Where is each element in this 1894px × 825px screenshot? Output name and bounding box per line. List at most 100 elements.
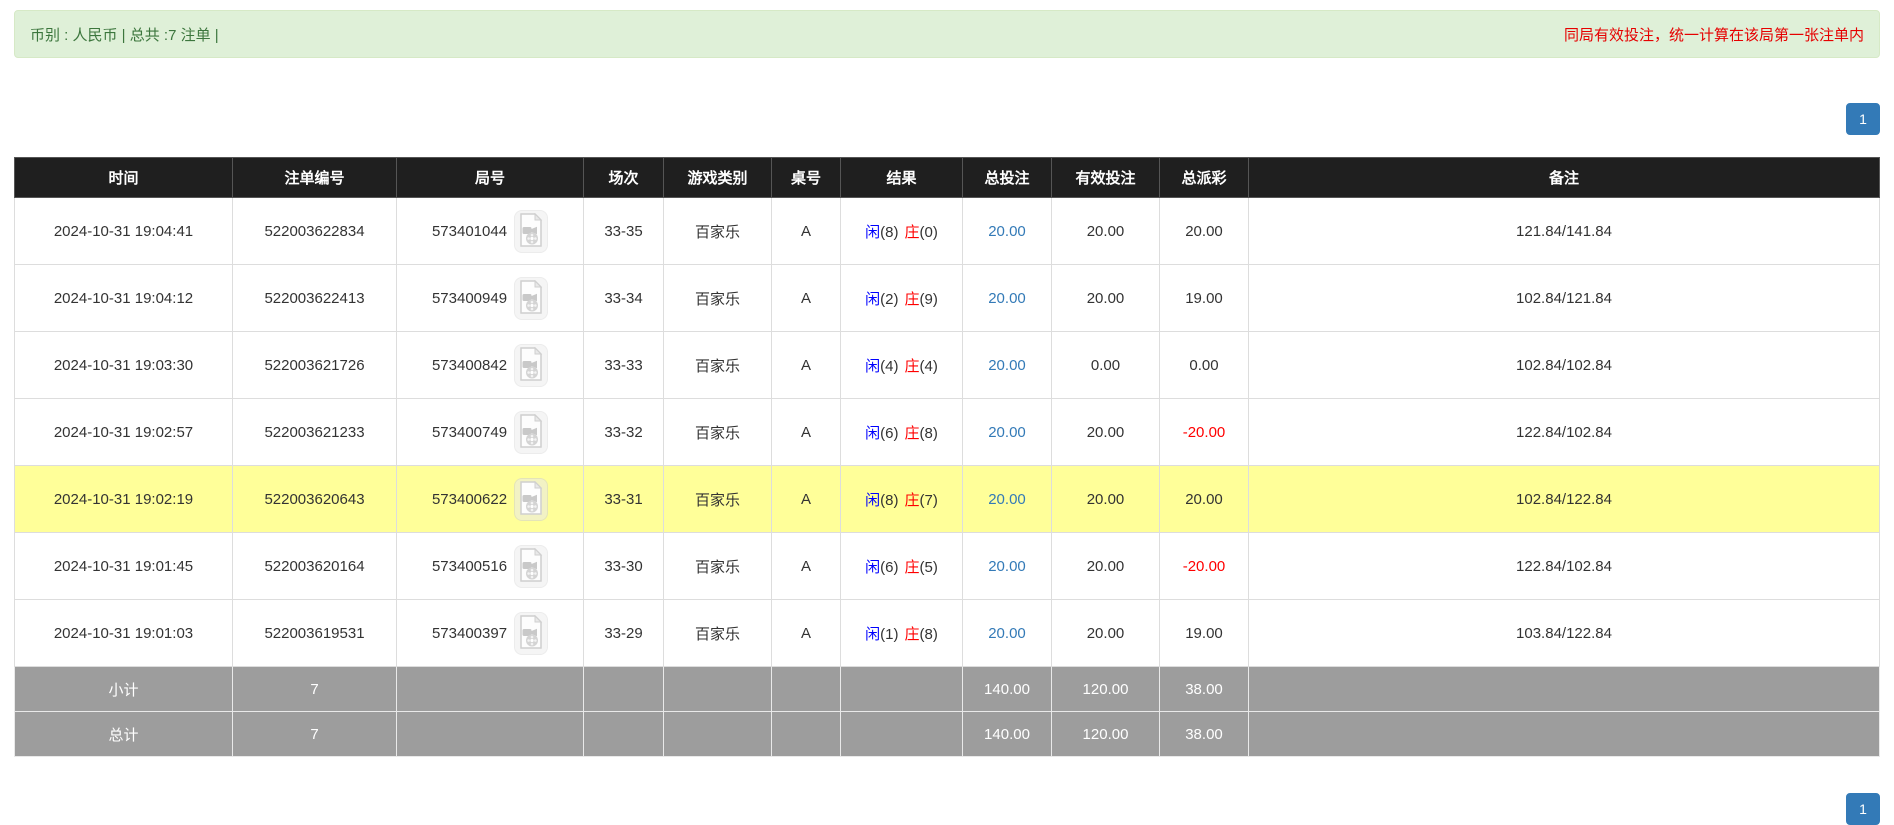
banker-result-score: (5): [920, 559, 938, 576]
table-row: 2024-10-31 19:02:19 522003620643 5734006…: [15, 466, 1880, 533]
banker-result-label: 庄: [905, 291, 920, 308]
total-bet-link[interactable]: 20.00: [988, 491, 1026, 508]
payout-value: 19.00: [1185, 290, 1223, 307]
session-cell: 33-35: [584, 198, 664, 265]
header-session: 场次: [584, 158, 664, 198]
pagination-bottom: 1: [14, 793, 1880, 825]
payout-cell: 20.00: [1160, 466, 1249, 533]
table-row: 2024-10-31 19:02:57 522003621233 5734007…: [15, 399, 1880, 466]
round-cell: 573400516: [397, 533, 584, 600]
empty-cell: [1249, 667, 1880, 712]
total-bet-link[interactable]: 20.00: [988, 424, 1026, 441]
round-cell: 573400749: [397, 399, 584, 466]
bet-id-cell: 522003622834: [233, 198, 397, 265]
empty-cell: [664, 667, 772, 712]
empty-cell: [664, 712, 772, 757]
player-result-label: 闲: [865, 559, 880, 576]
empty-cell: [841, 667, 963, 712]
video-replay-button[interactable]: [514, 344, 548, 387]
remark-cell: 102.84/121.84: [1249, 265, 1880, 332]
game-type-cell: 百家乐: [664, 600, 772, 667]
total-bet-link[interactable]: 20.00: [988, 558, 1026, 575]
pagination-top: 1: [14, 103, 1880, 135]
banker-result-score: (4): [920, 358, 938, 375]
remark-cell: 102.84/122.84: [1249, 466, 1880, 533]
player-result-label: 闲: [865, 626, 880, 643]
video-replay-button[interactable]: [514, 545, 548, 588]
time-cell: 2024-10-31 19:01:45: [15, 533, 233, 600]
header-valid-bet: 有效投注: [1052, 158, 1160, 198]
payout-value: 19.00: [1185, 625, 1223, 642]
total-bet-cell: 20.00: [963, 332, 1052, 399]
table-no-cell: A: [772, 332, 841, 399]
player-result-score: (1): [880, 626, 898, 643]
time-cell: 2024-10-31 19:01:03: [15, 600, 233, 667]
empty-cell: [772, 667, 841, 712]
video-file-icon: [518, 548, 544, 585]
payout-cell: 20.00: [1160, 198, 1249, 265]
round-cell: 573400949: [397, 265, 584, 332]
valid-bet-cell: 20.00: [1052, 600, 1160, 667]
page-1-button[interactable]: 1: [1846, 103, 1880, 135]
valid-bet-cell: 20.00: [1052, 533, 1160, 600]
remark-cell: 103.84/122.84: [1249, 600, 1880, 667]
banker-result-label: 庄: [905, 358, 920, 375]
game-type-cell: 百家乐: [664, 466, 772, 533]
time-cell: 2024-10-31 19:02:57: [15, 399, 233, 466]
payout-value: 0.00: [1189, 357, 1218, 374]
subtotal-row: 小计 7 140.00 120.00 38.00: [15, 667, 1880, 712]
banker-result-label: 庄: [905, 425, 920, 442]
header-result: 结果: [841, 158, 963, 198]
video-file-icon: [518, 213, 544, 250]
grand-total-total-bet: 140.00: [963, 712, 1052, 757]
total-bet-cell: 20.00: [963, 600, 1052, 667]
grand-total-label: 总计: [15, 712, 233, 757]
total-bet-link[interactable]: 20.00: [988, 290, 1026, 307]
game-type-cell: 百家乐: [664, 265, 772, 332]
time-cell: 2024-10-31 19:02:19: [15, 466, 233, 533]
total-bet-link[interactable]: 20.00: [988, 357, 1026, 374]
banker-result-score: (9): [920, 291, 938, 308]
header-row: 时间 注单编号 局号 场次 游戏类别 桌号 结果 总投注 有效投注 总派彩 备注: [15, 158, 1880, 198]
table-row: 2024-10-31 19:03:30 522003621726 5734008…: [15, 332, 1880, 399]
result-cell: 闲(8)庄(7): [841, 466, 963, 533]
player-result-label: 闲: [865, 492, 880, 509]
valid-bet-cell: 20.00: [1052, 399, 1160, 466]
empty-cell: [584, 712, 664, 757]
session-cell: 33-29: [584, 600, 664, 667]
video-file-icon: [518, 347, 544, 384]
valid-bet-cell: 20.00: [1052, 265, 1160, 332]
player-result-score: (4): [880, 358, 898, 375]
round-id: 573400397: [432, 625, 507, 642]
payout-cell: 0.00: [1160, 332, 1249, 399]
session-cell: 33-34: [584, 265, 664, 332]
empty-cell: [841, 712, 963, 757]
total-bet-cell: 20.00: [963, 466, 1052, 533]
table-no-cell: A: [772, 198, 841, 265]
video-replay-button[interactable]: [514, 411, 548, 454]
banker-result-label: 庄: [905, 559, 920, 576]
result-cell: 闲(6)庄(8): [841, 399, 963, 466]
player-result-label: 闲: [865, 425, 880, 442]
empty-cell: [772, 712, 841, 757]
total-bet-cell: 20.00: [963, 265, 1052, 332]
video-replay-button[interactable]: [514, 612, 548, 655]
page-1-button[interactable]: 1: [1846, 793, 1880, 825]
page: 币别 : 人民币 | 总共 :7 注单 | 同局有效投注，统一计算在该局第一张注…: [0, 0, 1894, 825]
table-header: 时间 注单编号 局号 场次 游戏类别 桌号 结果 总投注 有效投注 总派彩 备注: [15, 158, 1880, 198]
total-bet-link[interactable]: 20.00: [988, 625, 1026, 642]
banker-result-score: (8): [920, 425, 938, 442]
time-cell: 2024-10-31 19:03:30: [15, 332, 233, 399]
banker-result-score: (0): [920, 224, 938, 241]
table-row: 2024-10-31 19:01:45 522003620164 5734005…: [15, 533, 1880, 600]
table-row: 2024-10-31 19:01:03 522003619531 5734003…: [15, 600, 1880, 667]
video-replay-button[interactable]: [514, 210, 548, 253]
round-cell: 573400842: [397, 332, 584, 399]
grand-total-row: 总计 7 140.00 120.00 38.00: [15, 712, 1880, 757]
round-cell: 573401044: [397, 198, 584, 265]
subtotal-valid-bet: 120.00: [1052, 667, 1160, 712]
total-bet-link[interactable]: 20.00: [988, 223, 1026, 240]
table-row: 2024-10-31 19:04:12 522003622413 5734009…: [15, 265, 1880, 332]
video-replay-button[interactable]: [514, 277, 548, 320]
video-replay-button[interactable]: [514, 478, 548, 521]
